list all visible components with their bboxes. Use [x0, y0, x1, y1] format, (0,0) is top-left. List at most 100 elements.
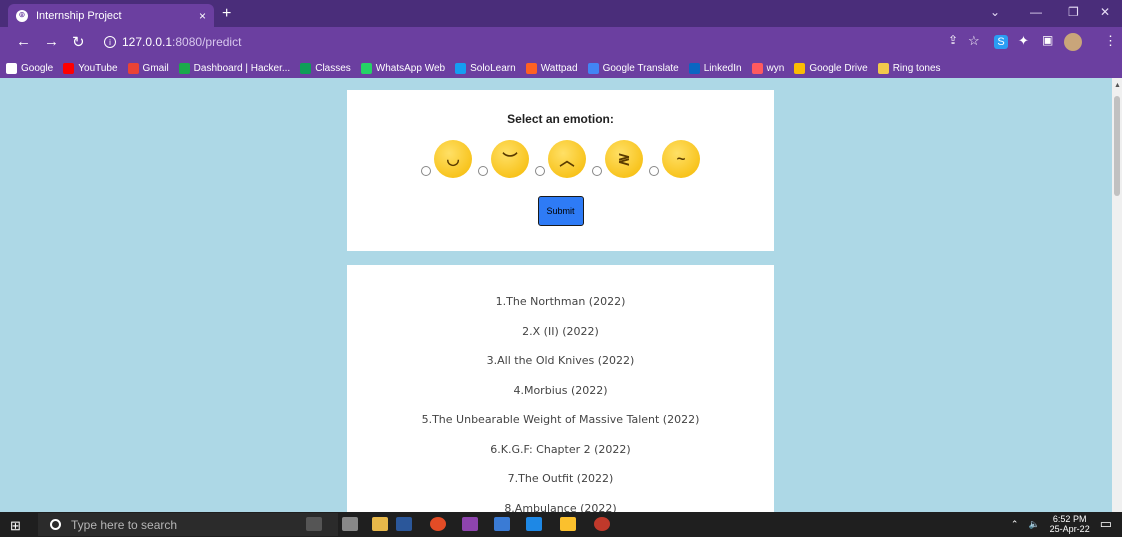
back-icon[interactable]: ←	[16, 33, 31, 50]
bookmark-item[interactable]: wyn	[751, 62, 784, 74]
emotion-radio[interactable]	[535, 166, 545, 176]
emotion-radio[interactable]	[478, 166, 488, 176]
angry-face-icon[interactable]: ︿	[548, 140, 586, 178]
chevron-up-icon[interactable]: ⌃	[1011, 519, 1019, 530]
bookmark-star-icon[interactable]: ☆	[968, 33, 980, 49]
bookmark-favicon-icon	[525, 62, 537, 74]
form-heading: Select an emotion:	[507, 112, 614, 126]
movie-list-item: 1.The Northman (2022)	[495, 295, 626, 308]
bookmark-item[interactable]: WhatsApp Web	[360, 62, 446, 74]
emotion-options: ◡ ︶ ︿ ≷ ~	[347, 140, 774, 178]
folder-icon[interactable]	[560, 517, 576, 531]
emotion-option-disgusted[interactable]: ≷	[592, 140, 643, 178]
taskbar-search[interactable]: Type here to search	[38, 513, 338, 536]
visual-studio-icon[interactable]	[462, 517, 478, 531]
bookmark-label: Google Translate	[602, 62, 679, 74]
bookmark-favicon-icon	[455, 62, 467, 74]
close-window-icon[interactable]: ✕	[1100, 5, 1110, 19]
extension-s-icon[interactable]: S	[994, 35, 1008, 49]
bookmark-favicon-icon	[360, 62, 372, 74]
bookmark-label: YouTube	[78, 62, 118, 74]
bookmark-favicon-icon	[63, 62, 75, 74]
bookmark-label: Ring tones	[892, 62, 941, 74]
emotion-form-card: Select an emotion: ◡ ︶ ︿ ≷ ~ Submit	[347, 90, 774, 251]
info-icon[interactable]: i	[104, 36, 116, 48]
bookmark-favicon-icon	[127, 62, 139, 74]
bookmark-item[interactable]: Ring tones	[877, 62, 941, 74]
disgusted-face-icon[interactable]: ≷	[605, 140, 643, 178]
tab-search-icon[interactable]: ⌄	[990, 5, 1000, 19]
bookmark-item[interactable]: Dashboard | Hacker...	[178, 62, 291, 74]
minimize-icon[interactable]: —	[1030, 5, 1042, 19]
close-tab-icon[interactable]: ×	[199, 9, 206, 23]
scroll-thumb[interactable]	[1114, 96, 1120, 196]
bookmarks-bar: Google YouTube Gmail Dashboard | Hacker... C…	[0, 58, 1122, 78]
bookmark-label: LinkedIn	[703, 62, 742, 74]
clock-time: 6:52 PM	[1052, 514, 1087, 524]
file-explorer-icon[interactable]	[372, 517, 388, 531]
sidepanel-icon[interactable]: ▣	[1042, 33, 1053, 47]
volume-icon[interactable]: 🔈	[1028, 519, 1039, 530]
emotion-radio[interactable]	[649, 166, 659, 176]
word-icon[interactable]	[396, 517, 412, 531]
bookmark-item[interactable]: LinkedIn	[688, 62, 742, 74]
profile-avatar[interactable]	[1064, 33, 1082, 51]
bookmark-label: Google Drive	[809, 62, 868, 74]
bookmark-item[interactable]: Gmail	[127, 62, 169, 74]
new-tab-button[interactable]: +	[222, 5, 231, 23]
page-scrollbar[interactable]: ▲	[1112, 78, 1122, 512]
movie-list-item: 6.K.G.F: Chapter 2 (2022)	[490, 442, 631, 456]
bookmark-item[interactable]: SoloLearn	[455, 62, 516, 74]
share-icon[interactable]: ⇪	[948, 33, 958, 47]
bookmark-item[interactable]: Google Drive	[794, 62, 868, 74]
sad-face-icon[interactable]: ︶	[491, 140, 529, 178]
emotion-option-sad[interactable]: ︶	[478, 140, 529, 178]
restore-icon[interactable]: ❐	[1068, 5, 1079, 19]
happy-face-icon[interactable]: ◡	[434, 140, 472, 178]
bookmark-item[interactable]: Classes	[300, 62, 351, 74]
bookmark-item[interactable]: Wattpad	[525, 62, 578, 74]
emotion-option-happy[interactable]: ◡	[421, 140, 472, 178]
bookmark-favicon-icon	[587, 62, 599, 74]
emotion-option-thinking[interactable]: ~	[649, 140, 700, 178]
emotion-radio[interactable]	[592, 166, 602, 176]
photos-icon[interactable]	[494, 517, 510, 531]
forward-icon[interactable]: →	[44, 33, 59, 50]
movie-list-item: 8.Ambulance (2022)	[504, 501, 617, 513]
microphone-icon[interactable]	[306, 517, 322, 531]
emotion-option-angry[interactable]: ︿	[535, 140, 586, 178]
bookmark-favicon-icon	[688, 62, 700, 74]
clock[interactable]: 6:52 PM 25-Apr-22	[1050, 514, 1090, 534]
bookmark-item[interactable]: YouTube	[63, 62, 118, 74]
menu-kebab-icon[interactable]: ⋮	[1104, 33, 1117, 49]
notes-icon[interactable]	[526, 517, 542, 531]
bookmark-favicon-icon	[300, 62, 312, 74]
movie-list: 1.The Northman (2022) 2.X (II) (2022) 3.Al…	[347, 265, 774, 512]
reload-icon[interactable]: ↻	[72, 33, 85, 51]
task-view-icon[interactable]	[342, 517, 358, 531]
url-host: 127.0.0.1	[122, 35, 173, 49]
emotion-radio[interactable]	[421, 166, 431, 176]
bookmark-label: WhatsApp Web	[375, 62, 446, 74]
bookmark-label: Google	[21, 62, 54, 74]
bookmark-favicon-icon	[6, 62, 17, 74]
tab-strip: ⌾ Internship Project × + ⌄ — ❐ ✕	[0, 0, 1122, 27]
windows-taskbar: ⊞ Type here to search ⌃ 🔈 6:52 PM 25-Apr…	[0, 512, 1122, 537]
submit-button[interactable]: Submit	[537, 196, 584, 226]
thinking-face-icon[interactable]: ~	[662, 140, 700, 178]
bookmark-item[interactable]: Google	[6, 62, 54, 74]
bookmark-item[interactable]: Google Translate	[587, 62, 679, 74]
browser-tab[interactable]: ⌾ Internship Project ×	[8, 4, 214, 27]
tab-title: Internship Project	[36, 9, 122, 22]
bookmark-label: Dashboard | Hacker...	[193, 62, 291, 74]
app-gear-icon[interactable]	[594, 517, 610, 531]
windows-start-icon[interactable]: ⊞	[10, 518, 21, 534]
extensions-puzzle-icon[interactable]: ✦	[1018, 33, 1029, 49]
page-viewport: Select an emotion: ◡ ︶ ︿ ≷ ~ Submit 1.The No…	[0, 78, 1112, 512]
scroll-up-icon[interactable]: ▲	[1114, 82, 1121, 89]
recommendations-card: 1.The Northman (2022) 2.X (II) (2022) 3.Al…	[347, 265, 774, 512]
address-bar[interactable]: i 127.0.0.1:8080/predict	[98, 31, 978, 53]
chrome-icon[interactable]	[430, 517, 446, 531]
notifications-icon[interactable]: ▭	[1100, 516, 1112, 532]
cortana-icon	[50, 519, 61, 530]
